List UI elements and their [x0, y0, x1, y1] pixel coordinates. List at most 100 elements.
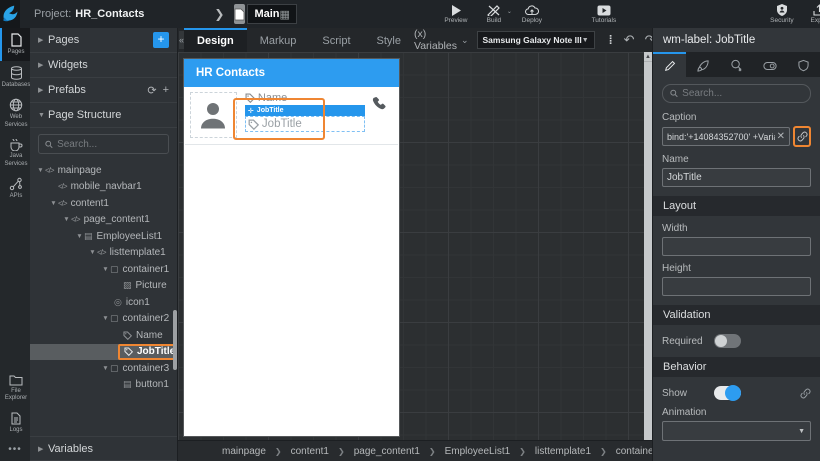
pencil-icon: [664, 60, 675, 71]
employee-list-item[interactable]: Name ✛ JobTitle JobTitle: [185, 88, 398, 145]
tab-styles[interactable]: [686, 52, 719, 77]
call-button-widget[interactable]: [365, 92, 393, 138]
tree-item-jobtitle[interactable]: JobTitle: [30, 343, 177, 360]
tab-device[interactable]: [753, 52, 786, 77]
rail-item-databases[interactable]: Databases: [0, 61, 30, 94]
tab-design[interactable]: Design: [184, 28, 247, 52]
page-icon-chip[interactable]: [234, 4, 246, 24]
scroll-up-arrow[interactable]: ▲: [644, 52, 652, 62]
tree-item-mainpage[interactable]: ▼ </> mainpage: [30, 162, 177, 179]
design-canvas[interactable]: HR Contacts Name ✛ JobTitle JobTitle ▲: [178, 52, 652, 440]
name-widget[interactable]: Name: [245, 92, 365, 104]
build-button[interactable]: ⌄ Build: [475, 0, 513, 28]
bind-caption-button[interactable]: [793, 126, 811, 147]
wavemaker-logo[interactable]: [0, 0, 20, 28]
tree-item-content1[interactable]: ▼ </> content1: [30, 195, 177, 212]
refresh-icon[interactable]: ⟳: [147, 84, 156, 97]
section-page-structure[interactable]: ▼ Page Structure: [30, 103, 177, 128]
tab-search-props[interactable]: [720, 52, 753, 77]
caret-down-icon[interactable]: ▼: [62, 216, 71, 223]
tree-item-icon1[interactable]: ◎ icon1: [30, 294, 177, 311]
properties-search-input[interactable]: [682, 88, 803, 99]
jobtitle-selection-bar[interactable]: ✛ JobTitle: [244, 105, 365, 116]
caret-down-icon[interactable]: ▼: [101, 315, 110, 322]
employee-picture-widget[interactable]: [190, 92, 237, 138]
section-pages[interactable]: ▶ Pages +: [30, 28, 177, 53]
styles-brush-icon: [697, 59, 709, 72]
section-variables[interactable]: ▶ Variables: [30, 436, 177, 461]
caret-down-icon: ▼: [38, 111, 45, 119]
breadcrumb-listtemplate1[interactable]: listtemplate1: [535, 446, 591, 457]
tab-style[interactable]: Style: [364, 28, 414, 52]
caret-down-icon[interactable]: ▼: [36, 167, 45, 174]
tree-item-container1[interactable]: ▼ ▢ container1: [30, 261, 177, 278]
tree-item-name[interactable]: Name: [30, 327, 177, 344]
rail-more-button[interactable]: •••: [0, 438, 30, 461]
tab-markup[interactable]: Markup: [247, 28, 310, 52]
tutorials-button[interactable]: Tutorials: [585, 0, 623, 28]
section-widgets[interactable]: ▶ Widgets: [30, 53, 177, 78]
export-button[interactable]: ⌄ Export: [801, 0, 820, 28]
required-toggle[interactable]: [714, 334, 741, 348]
bind-link-icon: [800, 388, 811, 398]
canvas-menu-button[interactable]: ⁞: [603, 33, 619, 47]
breadcrumb-page-content1[interactable]: page_content1: [354, 446, 420, 457]
caret-down-icon[interactable]: ▼: [88, 249, 97, 256]
tree-item-container2[interactable]: ▼ ▢ container2: [30, 311, 177, 328]
container-widget-icon: ▢: [110, 313, 119, 324]
security-button[interactable]: Security: [763, 0, 801, 28]
toggle-icon: [763, 61, 777, 70]
phone-preview[interactable]: HR Contacts Name ✛ JobTitle JobTitle: [183, 58, 400, 437]
breadcrumb-employeelist1[interactable]: EmployeeList1: [445, 446, 511, 457]
jobtitle-widget[interactable]: JobTitle: [244, 116, 365, 132]
rail-item-java-services[interactable]: Java Services: [0, 133, 30, 172]
project-label: Project:: [34, 8, 72, 20]
tab-security[interactable]: [787, 52, 820, 77]
caret-right-icon: ▶: [38, 445, 44, 453]
page-selector[interactable]: Main ▦: [247, 4, 297, 24]
tree-item-button1[interactable]: ▤ button1: [30, 377, 177, 394]
add-page-button[interactable]: +: [153, 32, 169, 48]
breadcrumb-content1[interactable]: content1: [291, 446, 329, 457]
rail-item-logs[interactable]: Logs: [0, 407, 30, 439]
caption-input[interactable]: bind:'+14084352700' +Variables.HrdbE ✕: [662, 127, 790, 146]
tab-properties[interactable]: [653, 52, 687, 77]
clear-caption-icon[interactable]: ✕: [775, 131, 785, 142]
caret-down-icon[interactable]: ▼: [75, 233, 84, 240]
tree-item-container3[interactable]: ▼ ▢ container3: [30, 360, 177, 377]
phone-app-title: HR Contacts: [196, 67, 266, 79]
undo-button[interactable]: ↶: [619, 32, 640, 48]
tutorials-video-icon: [597, 5, 611, 15]
tree-item-page-content1[interactable]: ▼ </> page_content1: [30, 212, 177, 229]
tree-item-picture[interactable]: ▨ Picture: [30, 278, 177, 295]
variables-dropdown[interactable]: (x) Variables ⌄: [414, 28, 469, 52]
width-input[interactable]: [662, 237, 811, 256]
preview-button[interactable]: Preview: [437, 0, 475, 28]
rail-item-file-explorer[interactable]: File Explorer: [0, 369, 30, 407]
add-prefab-button[interactable]: +: [163, 84, 169, 96]
rail-item-pages[interactable]: Pages: [0, 28, 30, 61]
rail-item-web-services[interactable]: Web Services: [0, 93, 30, 133]
tree-search-input[interactable]: [57, 138, 162, 150]
bind-show-button[interactable]: [800, 388, 811, 399]
name-input[interactable]: JobTitle: [662, 168, 811, 187]
caret-down-icon[interactable]: ▼: [101, 365, 110, 372]
widget-breadcrumb: mainpage ❯ content1 ❯ page_content1 ❯ Em…: [178, 440, 722, 461]
caret-down-icon[interactable]: ▼: [49, 200, 58, 207]
device-selector[interactable]: Samsung Galaxy Note III ▼: [476, 31, 595, 49]
tab-script[interactable]: Script: [309, 28, 363, 52]
rail-item-apis[interactable]: APIs: [0, 172, 30, 205]
tree-item-listtemplate1[interactable]: ▼ </> listtemplate1: [30, 245, 177, 262]
tree-search: [30, 128, 177, 160]
canvas-scrollbar[interactable]: ▲: [644, 52, 652, 440]
section-prefabs[interactable]: ▶ Prefabs ⟳ +: [30, 78, 177, 103]
tree-scrollbar[interactable]: [173, 310, 177, 370]
caret-down-icon[interactable]: ▼: [101, 266, 110, 273]
height-input[interactable]: [662, 277, 811, 296]
breadcrumb-mainpage[interactable]: mainpage: [222, 446, 266, 457]
deploy-button[interactable]: Deploy: [513, 0, 551, 28]
tree-item-employeelist1[interactable]: ▼ ▤ EmployeeList1: [30, 228, 177, 245]
animation-select[interactable]: ▼: [662, 421, 811, 441]
show-toggle[interactable]: [714, 385, 741, 401]
tree-item-mobile-navbar1[interactable]: </> mobile_navbar1: [30, 179, 177, 196]
